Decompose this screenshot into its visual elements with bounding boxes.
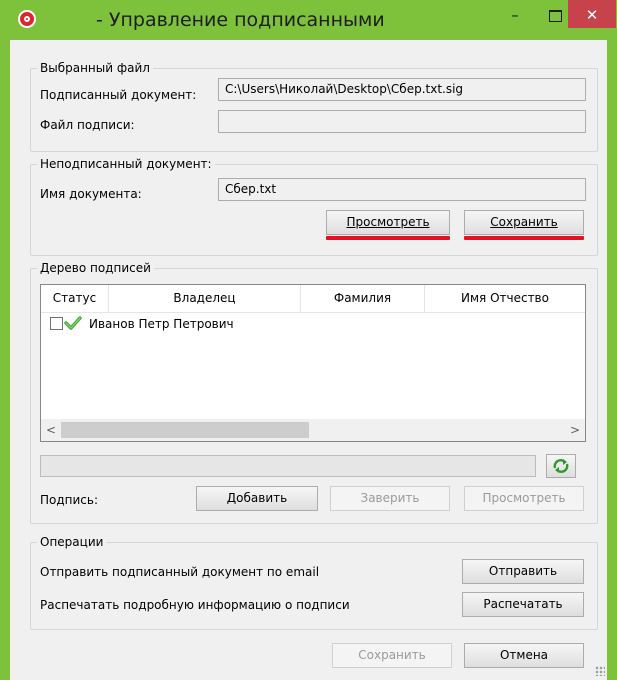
verify-signature-button[interactable]: Заверить [330, 486, 450, 511]
column-header-name-patronymic[interactable]: Имя Отчество [425, 285, 585, 312]
window-title: - Управление подписанными данными [96, 9, 385, 59]
title-bar[interactable]: - Управление подписанными данными – ✕ [0, 0, 617, 59]
signature-file-label: Файл подписи: [40, 118, 135, 132]
signed-doc-field[interactable]: C:\Users\Николай\Desktop\Сбер.txt.sig [218, 78, 586, 101]
email-label: Отправить подписанный документ по email [40, 565, 320, 579]
column-header-owner[interactable]: Владелец [109, 285, 301, 312]
refresh-icon [553, 459, 569, 473]
send-button[interactable]: Отправить [462, 559, 584, 584]
column-header-status[interactable]: Статус [41, 285, 109, 312]
add-signature-button[interactable]: Добавить [196, 486, 318, 511]
minimize-button[interactable]: – [494, 0, 536, 30]
save-unsigned-button[interactable]: Сохранить [464, 210, 584, 235]
signature-tree-table[interactable]: Статус Владелец Фамилия Имя Отчество Ива… [40, 284, 586, 442]
signature-file-field[interactable] [218, 110, 586, 133]
document-name-label: Имя документа: [40, 187, 142, 201]
print-label: Распечатать подробную информацию о подпи… [40, 598, 350, 612]
footer-save-button[interactable]: Сохранить [332, 643, 452, 668]
column-header-surname[interactable]: Фамилия [301, 285, 425, 312]
signature-tree-group-title: Дерево подписей [37, 261, 154, 275]
signature-label: Подпись: [40, 493, 99, 507]
app-logo-icon [18, 10, 36, 28]
selected-file-group-title: Выбранный файл [37, 61, 153, 75]
view-unsigned-button[interactable]: Просмотреть [326, 210, 450, 235]
table-row[interactable]: Иванов Петр Петрович [41, 314, 595, 334]
refresh-button[interactable] [546, 454, 576, 478]
close-button[interactable]: ✕ [568, 0, 616, 28]
row-checkbox[interactable] [50, 317, 63, 330]
maximize-icon [548, 9, 562, 22]
progress-bar [40, 455, 536, 477]
cancel-button[interactable]: Отмена [464, 643, 584, 668]
scrollbar-thumb[interactable] [61, 422, 309, 438]
unsigned-doc-group-title: Неподписанный документ: [37, 157, 215, 171]
resize-grip-icon[interactable] [595, 666, 605, 676]
owner-cell: Иванов Петр Петрович [89, 317, 234, 331]
horizontal-scrollbar[interactable]: < > [41, 419, 585, 441]
print-button[interactable]: Распечатать [462, 592, 584, 617]
highlight-underline [326, 236, 450, 240]
document-name-field[interactable]: Сбер.txt [218, 178, 586, 201]
scroll-right-arrow[interactable]: > [565, 419, 585, 441]
check-icon [64, 316, 82, 330]
scroll-left-arrow[interactable]: < [41, 419, 61, 441]
operations-group-title: Операции [37, 535, 107, 549]
view-signature-button[interactable]: Просмотреть [464, 486, 584, 511]
signed-doc-label: Подписанный документ: [40, 88, 197, 102]
table-header: Статус Владелец Фамилия Имя Отчество [41, 285, 585, 313]
highlight-underline [464, 236, 584, 240]
